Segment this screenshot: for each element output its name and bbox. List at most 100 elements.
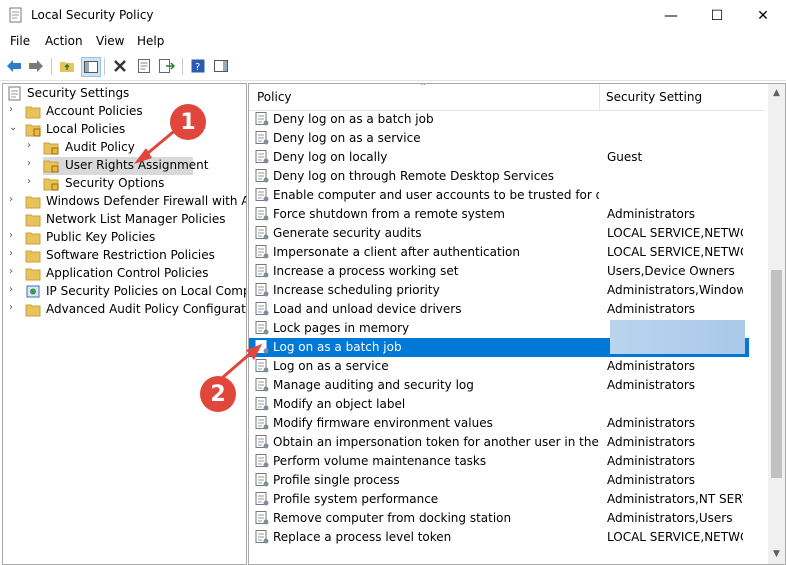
policy-name: Impersonate a client after authenticatio… — [273, 245, 520, 259]
policy-item-icon — [255, 435, 269, 449]
delete-button[interactable] — [111, 57, 129, 75]
policy-row[interactable]: Manage auditing and security log Administ… — [249, 376, 749, 395]
policy-row[interactable]: Deny log on as a service — [249, 129, 749, 148]
policy-row[interactable]: Deny log on through Remote Desktop Servi… — [249, 167, 749, 186]
expand-chevron-icon[interactable]: › — [27, 176, 37, 187]
sort-ascending-icon: ⌃ — [419, 83, 428, 93]
menu-action[interactable]: Action — [45, 34, 83, 48]
tree-item-public-key-policies[interactable]: › Public Key Policies — [3, 229, 243, 247]
security-policy-app-icon — [9, 7, 22, 23]
window-title: Local Security Policy — [31, 8, 154, 22]
close-icon: ✕ — [757, 7, 769, 24]
policy-item-icon — [255, 188, 269, 202]
expand-chevron-icon[interactable]: › — [9, 104, 19, 115]
folder-up-icon — [60, 62, 74, 72]
policy-row[interactable]: Obtain an impersonation token for anothe… — [249, 433, 749, 452]
back-arrow-icon — [7, 60, 21, 72]
policy-row[interactable]: Log on as a service Administrators — [249, 357, 749, 376]
tree-item-security-options[interactable]: › Security Options — [3, 175, 243, 193]
policy-row[interactable]: Enable computer and user accounts to be … — [249, 186, 749, 205]
vertical-scrollbar[interactable]: ▲ ▼ — [768, 84, 785, 564]
security-setting-value: LOCAL SERVICE,NETWO... — [607, 226, 743, 240]
security-setting-value: Administrators,NT SERVI... — [607, 492, 743, 506]
tree-item-software-restriction[interactable]: › Software Restriction Policies — [3, 247, 243, 265]
tree-item-advanced-audit-policy[interactable]: › Advanced Audit Policy Configuration — [3, 301, 246, 319]
policy-name: Perform volume maintenance tasks — [273, 454, 487, 468]
forward-arrow-icon — [29, 60, 43, 72]
policy-row[interactable]: Force shutdown from a remote system Admin… — [249, 205, 749, 224]
expand-chevron-icon[interactable]: › — [9, 248, 19, 259]
help-button[interactable]: ? — [189, 57, 207, 75]
policy-row[interactable]: Remove computer from docking station Admi… — [249, 509, 749, 528]
back-button[interactable] — [5, 57, 23, 75]
tree-item-application-control[interactable]: › Application Control Policies — [3, 265, 243, 283]
policy-row[interactable]: Replace a process level token LOCAL SERVI… — [249, 528, 749, 547]
policy-row[interactable]: Profile single process Administrators — [249, 471, 749, 490]
maximize-button[interactable]: ☐ — [694, 0, 740, 31]
collapse-chevron-icon[interactable]: ⌄ — [9, 122, 19, 133]
policy-row[interactable]: Impersonate a client after authenticatio… — [249, 243, 749, 262]
security-setting-value: LOCAL SERVICE,NETWO... — [607, 530, 743, 544]
column-header-security-setting[interactable]: Security Setting — [606, 90, 702, 104]
show-hide-tree-button[interactable] — [81, 57, 101, 77]
expand-chevron-icon[interactable]: › — [9, 266, 19, 277]
minimize-icon: — — [664, 7, 678, 24]
tree-item-network-list-manager[interactable]: Network List Manager Policies — [3, 211, 243, 229]
tree-item-security-settings[interactable]: Security Settings — [3, 85, 243, 103]
security-setting-value: Administrators — [607, 207, 696, 221]
policy-row[interactable]: Perform volume maintenance tasks Administ… — [249, 452, 749, 471]
tree-item-windows-defender-firewall[interactable]: › Windows Defender Firewall with Adva — [3, 193, 246, 211]
policy-row[interactable]: Deny log on locally Guest — [249, 148, 749, 167]
properties-button[interactable] — [135, 57, 153, 75]
show-hide-action-pane-button[interactable] — [212, 57, 230, 75]
policy-name: Deny log on as a batch job — [273, 112, 434, 126]
policy-row[interactable]: Increase a process working set Users,Devi… — [249, 262, 749, 281]
tree-item-user-rights-assignment[interactable]: › User Rights Assignment — [3, 157, 243, 175]
expand-chevron-icon[interactable]: › — [9, 302, 19, 313]
policy-row[interactable]: Deny log on as a batch job — [249, 110, 749, 129]
expand-chevron-icon[interactable]: › — [9, 284, 19, 295]
scroll-up-arrow-icon[interactable]: ▲ — [771, 88, 782, 98]
policy-name: Deny log on locally — [273, 150, 388, 164]
column-header-policy[interactable]: Policy — [257, 90, 292, 104]
policy-row[interactable]: Modify firmware environment values Admini… — [249, 414, 749, 433]
policy-name: Increase scheduling priority — [273, 283, 440, 297]
policy-row[interactable]: Profile system performance Administrators… — [249, 490, 749, 509]
minimize-button[interactable]: — — [648, 0, 694, 31]
tree-item-audit-policy[interactable]: › Audit Policy — [3, 139, 243, 157]
forward-button[interactable] — [27, 57, 45, 75]
policy-item-icon — [255, 397, 269, 411]
menu-help[interactable]: Help — [137, 34, 164, 48]
expand-chevron-icon[interactable]: › — [9, 230, 19, 241]
menu-file[interactable]: File — [10, 34, 30, 48]
policy-item-icon — [255, 302, 269, 316]
folder-lock-icon — [43, 178, 59, 191]
scrollbar-thumb[interactable] — [771, 270, 782, 478]
policy-name: Replace a process level token — [273, 530, 452, 544]
tree-item-ip-security-policies[interactable]: › IP Security Policies on Local Compute — [3, 283, 246, 301]
policy-name: Remove computer from docking station — [273, 511, 512, 525]
expand-chevron-icon[interactable]: › — [27, 158, 37, 169]
svg-text:?: ? — [195, 62, 200, 73]
policy-name: Generate security audits — [273, 226, 422, 240]
export-list-button[interactable] — [158, 57, 176, 75]
policy-item-icon — [255, 359, 269, 373]
tree-item-account-policies[interactable]: › Account Policies — [3, 103, 243, 121]
policy-item-icon — [255, 454, 269, 468]
menu-view[interactable]: View — [96, 34, 124, 48]
up-one-level-button[interactable] — [58, 57, 76, 75]
tree-item-local-policies[interactable]: ⌄ Local Policies — [3, 121, 243, 139]
policy-row[interactable]: Load and unload device drivers Administra… — [249, 300, 749, 319]
close-button[interactable]: ✕ — [740, 0, 786, 31]
policy-name: Force shutdown from a remote system — [273, 207, 505, 221]
policy-row[interactable]: Generate security audits LOCAL SERVICE,NE… — [249, 224, 749, 243]
scroll-down-arrow-icon[interactable]: ▼ — [771, 549, 782, 559]
policy-row[interactable]: Increase scheduling priority Administrato… — [249, 281, 749, 300]
title-bar: Local Security Policy — ☐ ✕ — [0, 0, 786, 31]
expand-chevron-icon[interactable]: › — [9, 194, 19, 205]
policy-row[interactable]: Modify an object label — [249, 395, 749, 414]
expand-chevron-icon[interactable]: › — [27, 140, 37, 151]
policy-item-icon — [255, 283, 269, 297]
delete-x-icon — [114, 60, 126, 72]
policy-item-icon — [255, 207, 269, 221]
